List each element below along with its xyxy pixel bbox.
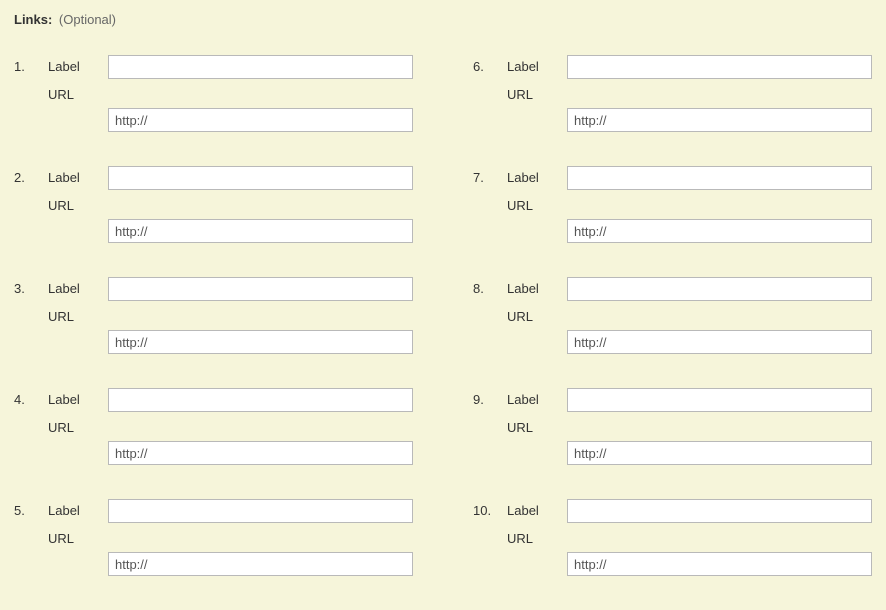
link-label-text: Label xyxy=(507,55,567,79)
link-index: 2. xyxy=(14,166,48,190)
link-label-text: Label xyxy=(48,388,108,412)
link-row: 2. Label URL xyxy=(14,166,413,243)
link-url-text: URL xyxy=(507,307,567,324)
link-url-text: URL xyxy=(48,307,108,324)
link-url-text: URL xyxy=(507,85,567,102)
link-label-input[interactable] xyxy=(108,499,413,523)
section-note: (Optional) xyxy=(59,12,116,27)
link-index: 3. xyxy=(14,277,48,301)
link-index: 6. xyxy=(473,55,507,79)
link-row: 9. Label URL xyxy=(473,388,872,465)
link-index: 1. xyxy=(14,55,48,79)
link-label-text: Label xyxy=(48,166,108,190)
link-url-input[interactable] xyxy=(108,441,413,465)
link-index: 9. xyxy=(473,388,507,412)
link-label-input[interactable] xyxy=(108,55,413,79)
link-url-input[interactable] xyxy=(108,219,413,243)
link-row: 7. Label URL xyxy=(473,166,872,243)
link-url-text: URL xyxy=(48,418,108,435)
section-header: Links: (Optional) xyxy=(14,12,872,27)
link-label-text: Label xyxy=(507,166,567,190)
link-label-text: Label xyxy=(507,388,567,412)
link-row: 6. Label URL xyxy=(473,55,872,132)
link-url-text: URL xyxy=(507,529,567,546)
link-url-text: URL xyxy=(48,529,108,546)
link-url-input[interactable] xyxy=(567,330,872,354)
link-index: 4. xyxy=(14,388,48,412)
section-title: Links: xyxy=(14,12,52,27)
link-label-input[interactable] xyxy=(567,55,872,79)
link-url-input[interactable] xyxy=(567,219,872,243)
link-label-input[interactable] xyxy=(108,388,413,412)
link-url-input[interactable] xyxy=(567,108,872,132)
link-index: 7. xyxy=(473,166,507,190)
link-label-input[interactable] xyxy=(567,499,872,523)
link-url-text: URL xyxy=(48,196,108,213)
link-label-text: Label xyxy=(48,277,108,301)
link-label-text: Label xyxy=(48,55,108,79)
link-row: 5. Label URL xyxy=(14,499,413,576)
link-row: 1. Label URL xyxy=(14,55,413,132)
link-url-input[interactable] xyxy=(108,330,413,354)
link-index: 5. xyxy=(14,499,48,523)
link-url-input[interactable] xyxy=(567,441,872,465)
link-label-input[interactable] xyxy=(108,166,413,190)
link-url-input[interactable] xyxy=(108,108,413,132)
link-label-input[interactable] xyxy=(108,277,413,301)
link-label-input[interactable] xyxy=(567,166,872,190)
links-columns: 1. Label URL 2. Label URL 3. Label URL 4… xyxy=(14,55,872,610)
link-url-text: URL xyxy=(48,85,108,102)
link-url-input[interactable] xyxy=(567,552,872,576)
link-url-input[interactable] xyxy=(108,552,413,576)
links-column-left: 1. Label URL 2. Label URL 3. Label URL 4… xyxy=(14,55,413,610)
link-row: 3. Label URL xyxy=(14,277,413,354)
links-column-right: 6. Label URL 7. Label URL 8. Label URL 9… xyxy=(473,55,872,610)
link-row: 8. Label URL xyxy=(473,277,872,354)
link-url-text: URL xyxy=(507,418,567,435)
link-index: 8. xyxy=(473,277,507,301)
link-index: 10. xyxy=(473,499,507,523)
link-row: 4. Label URL xyxy=(14,388,413,465)
link-label-text: Label xyxy=(507,277,567,301)
link-label-text: Label xyxy=(507,499,567,523)
link-label-text: Label xyxy=(48,499,108,523)
link-url-text: URL xyxy=(507,196,567,213)
link-label-input[interactable] xyxy=(567,388,872,412)
link-label-input[interactable] xyxy=(567,277,872,301)
link-row: 10. Label URL xyxy=(473,499,872,576)
